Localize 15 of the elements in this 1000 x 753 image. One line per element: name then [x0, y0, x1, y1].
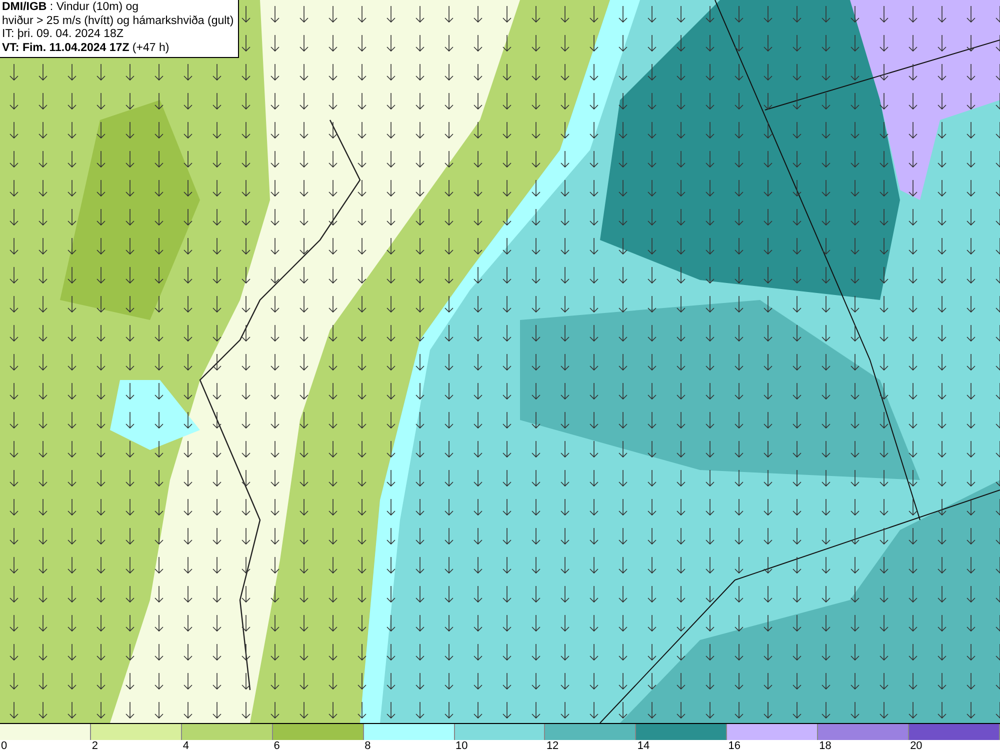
header-text: hviður > 25 m/s (hvítt) og hámarkshviða (gult) [2, 14, 234, 28]
legend-label: 4 [182, 740, 189, 752]
legend-label: 6 [272, 740, 280, 752]
legend-label: 20 [909, 740, 922, 752]
legend-label: 18 [818, 740, 832, 752]
legend-label: 2 [90, 740, 98, 752]
legend-label: 0 [0, 740, 8, 752]
legend-label: 16 [727, 740, 740, 752]
header-text: IT: þri. 09. 04. 2024 18Z [2, 28, 124, 42]
header-text: DMI/IGB : Vindur (10m) og [2, 1, 140, 14]
legend-label: 12 [545, 740, 559, 752]
legend-label: 14 [636, 740, 650, 752]
header-text: VT: Fim. 11.04.2024 17Z (+47 h) [2, 42, 170, 55]
legend-label: 8 [364, 740, 371, 752]
legend-label: 10 [454, 740, 468, 752]
